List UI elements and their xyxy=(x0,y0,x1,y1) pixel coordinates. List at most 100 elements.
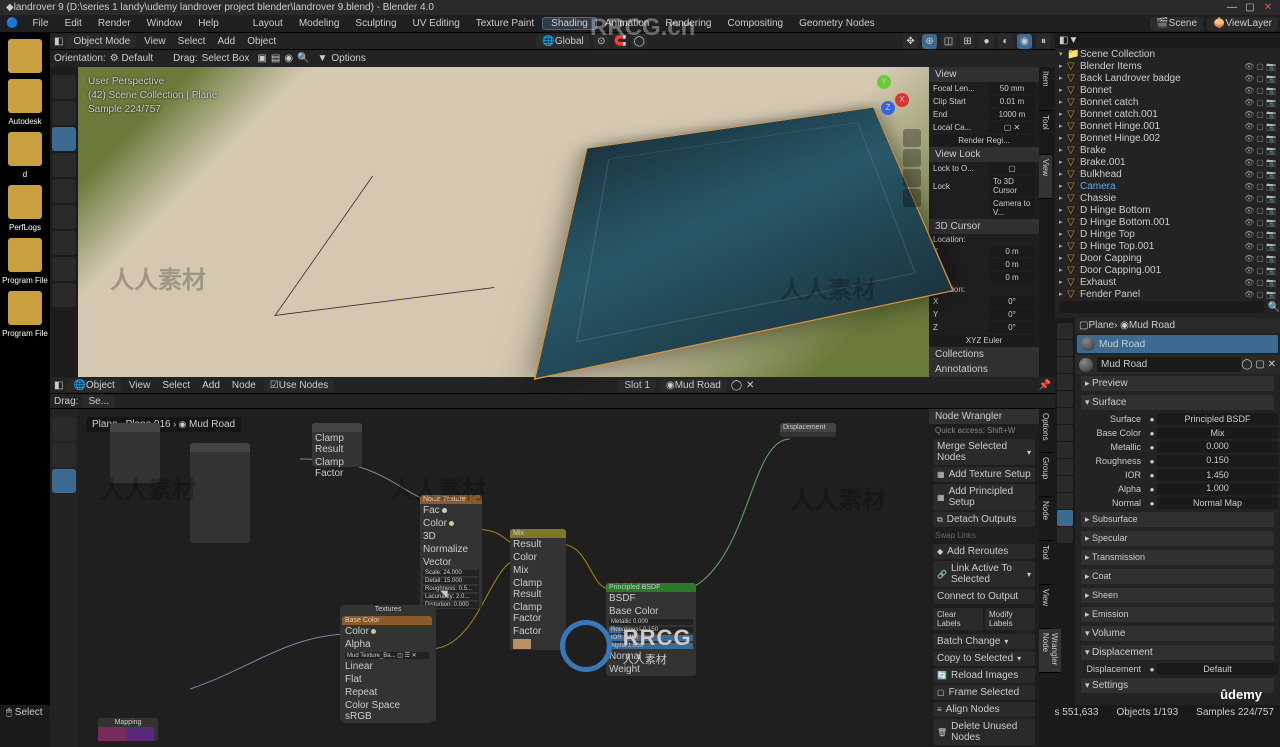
minimize-button[interactable]: — xyxy=(1226,2,1238,13)
shader-type-dropdown[interactable]: 🌐 Object xyxy=(67,379,120,392)
overlays-toggle[interactable]: ⊕ xyxy=(922,34,937,49)
nw-clear-labels[interactable]: Clear Labels xyxy=(933,608,983,630)
scene-field[interactable]: 🎬 Scene xyxy=(1150,17,1203,31)
vtab[interactable]: Node Wrangler xyxy=(1039,629,1061,673)
orientation-sub[interactable]: ⚙ Default xyxy=(110,53,153,64)
nw-btn[interactable]: 🔄 Reload Images xyxy=(933,668,1035,683)
slot-dropdown[interactable]: Slot 1 xyxy=(618,379,656,392)
mat-del-icon[interactable]: ✕ xyxy=(746,380,754,391)
material-name-field[interactable]: Mud Road xyxy=(1097,357,1241,372)
menu-file[interactable]: File xyxy=(24,18,56,29)
node-generic[interactable] xyxy=(110,423,160,483)
node-output[interactable]: Displacement xyxy=(780,423,836,437)
camera-icon[interactable] xyxy=(903,169,921,187)
ptab-scene[interactable] xyxy=(1057,374,1073,390)
nw-btn[interactable]: ⧉ Detach Outputs xyxy=(933,512,1035,527)
alpha-slider[interactable]: 1.000 xyxy=(1157,483,1278,495)
outliner-item[interactable]: ▸▽D Hinge Top.001👁▢📷 xyxy=(1055,240,1280,252)
vp-menu-object[interactable]: Object xyxy=(243,36,280,47)
zoom-icon[interactable] xyxy=(903,129,921,147)
vtab[interactable]: Tool xyxy=(1039,541,1052,585)
displacement-dropdown[interactable]: Default xyxy=(1157,663,1278,675)
sec-sheen[interactable]: ▸ Sheen xyxy=(1081,588,1274,603)
cursor-rz[interactable]: 0° xyxy=(989,322,1035,333)
sec-displacement[interactable]: ▾ Displacement xyxy=(1081,645,1274,660)
proportional-icon[interactable]: ◯ xyxy=(632,34,647,49)
outliner-item[interactable]: ▸▽Exhaust👁▢📷 xyxy=(1055,276,1280,288)
shading-solid-icon[interactable]: ● xyxy=(979,34,994,49)
select-box-dropdown[interactable]: Select Box xyxy=(202,53,250,64)
node-clamp[interactable]: Clamp ResultClamp Factor xyxy=(312,423,362,467)
sec-preview[interactable]: ▸ Preview xyxy=(1081,376,1274,391)
clipstart-field[interactable]: 0.01 m xyxy=(989,96,1035,107)
folder-icon[interactable] xyxy=(8,238,42,272)
nw-btn[interactable]: ◆ Add Reroutes xyxy=(933,544,1035,559)
ptab-world[interactable] xyxy=(1057,391,1073,407)
menu-help[interactable]: Help xyxy=(190,18,227,29)
vp-menu-view[interactable]: View xyxy=(140,36,170,47)
outliner-root[interactable]: ▾📁Scene Collection xyxy=(1055,48,1280,60)
outliner-item[interactable]: ▸▽Bonnet catch👁▢📷 xyxy=(1055,96,1280,108)
outliner-item[interactable]: ▸▽Door Capping.001👁▢📷 xyxy=(1055,264,1280,276)
ior-field[interactable]: 1.450 xyxy=(1157,469,1278,481)
vtab[interactable]: Options xyxy=(1039,409,1052,453)
mode-dropdown[interactable]: Object Mode xyxy=(67,35,136,48)
ptab-constraints[interactable] xyxy=(1057,476,1073,492)
mat-new-icon[interactable]: ◯ xyxy=(731,380,742,391)
nw-btn[interactable]: Connect to Output xyxy=(933,589,1035,604)
outliner-item[interactable]: ▸▽D Hinge Bottom.001👁▢📷 xyxy=(1055,216,1280,228)
outliner-item[interactable]: ▸▽Door Capping👁▢📷 xyxy=(1055,252,1280,264)
lockto-field[interactable]: ▢ xyxy=(989,163,1035,174)
lock-camview[interactable]: Camera to V... xyxy=(989,198,1035,218)
workspace-compositing[interactable]: Compositing xyxy=(720,18,792,29)
search-icon[interactable]: 🔍 xyxy=(1268,302,1280,313)
sec-emission[interactable]: ▸ Emission xyxy=(1081,607,1274,622)
shader-canvas[interactable]: Plane › Plane.016 › ◉ Mud Road Clamp Res… xyxy=(50,409,1055,747)
nw-btn[interactable]: 🗑 Delete Unused Nodes xyxy=(933,719,1035,745)
folder-icon[interactable] xyxy=(8,291,42,325)
ptab-output[interactable] xyxy=(1057,340,1073,356)
outliner-item[interactable]: ▸▽Bulkhead👁▢📷 xyxy=(1055,168,1280,180)
workspace-texpaint[interactable]: Texture Paint xyxy=(468,18,542,29)
cursor-x[interactable]: 0 m xyxy=(989,246,1035,257)
workspace-animation[interactable]: Animation xyxy=(597,18,657,29)
nw-copy-dropdown[interactable]: Copy to Selected ▾ xyxy=(933,651,1035,666)
material-field[interactable]: ◉ Mud Road xyxy=(660,379,727,392)
vtab-tool[interactable]: Tool xyxy=(1039,111,1052,155)
outliner-item[interactable]: ▸▽D Hinge Top👁▢📷 xyxy=(1055,228,1280,240)
vtab[interactable]: View xyxy=(1039,585,1052,629)
shading-rendered-icon[interactable]: ◉ xyxy=(1017,34,1032,49)
sh-annotate-tool[interactable] xyxy=(52,443,76,467)
nw-btn[interactable]: ▦ Add Principled Setup xyxy=(933,484,1035,510)
outliner-item[interactable]: ▸▽Fender Panel👁▢📷 xyxy=(1055,288,1280,300)
vtab-item[interactable]: Item xyxy=(1039,67,1052,111)
basecolor-dropdown[interactable]: Mix xyxy=(1157,427,1278,439)
ptab-render[interactable] xyxy=(1057,323,1073,339)
localcam-field[interactable]: ▢ ✕ xyxy=(989,122,1035,133)
cursor-tool[interactable] xyxy=(52,101,76,125)
options-dropdown[interactable]: Options xyxy=(331,53,365,64)
filter-icon[interactable]: ▼ xyxy=(1068,35,1078,46)
use-nodes-checkbox[interactable]: ☑ Use Nodes xyxy=(264,379,334,392)
ptab-viewlayer[interactable] xyxy=(1057,357,1073,373)
outliner-item[interactable]: ▸▽Blender Items👁▢📷 xyxy=(1055,60,1280,72)
menu-render[interactable]: Render xyxy=(90,18,139,29)
pivot-icon[interactable]: ⊙ xyxy=(594,34,609,49)
surface-shader-dropdown[interactable]: Principled BSDF xyxy=(1157,413,1278,425)
sec-surface[interactable]: ▾ Surface xyxy=(1081,395,1274,410)
transform-tool[interactable] xyxy=(52,205,76,229)
metallic-slider[interactable]: 0.000 xyxy=(1157,441,1278,453)
workspace-modeling[interactable]: Modeling xyxy=(291,18,348,29)
folder-icon[interactable] xyxy=(8,39,42,73)
vp-menu-add[interactable]: Add xyxy=(213,36,239,47)
nw-btn[interactable]: 🔗 Link Active To Selected ▾ xyxy=(933,561,1035,587)
nw-header[interactable]: Node Wrangler xyxy=(929,409,1039,424)
node-principled-bsdf[interactable]: Principled BSDF BSDF Base Color Metallic… xyxy=(606,583,696,676)
vp-btn4[interactable]: 🔍 xyxy=(297,53,309,64)
outliner-item[interactable]: ▸▽Brake👁▢📷 xyxy=(1055,144,1280,156)
shading-matprev-icon[interactable]: ◐ xyxy=(998,34,1013,49)
sh-menu-select[interactable]: Select xyxy=(158,380,194,391)
sec-specular[interactable]: ▸ Specular xyxy=(1081,531,1274,546)
ptab-data[interactable] xyxy=(1057,493,1073,509)
nav-gizmo[interactable]: X Y Z xyxy=(865,79,905,119)
